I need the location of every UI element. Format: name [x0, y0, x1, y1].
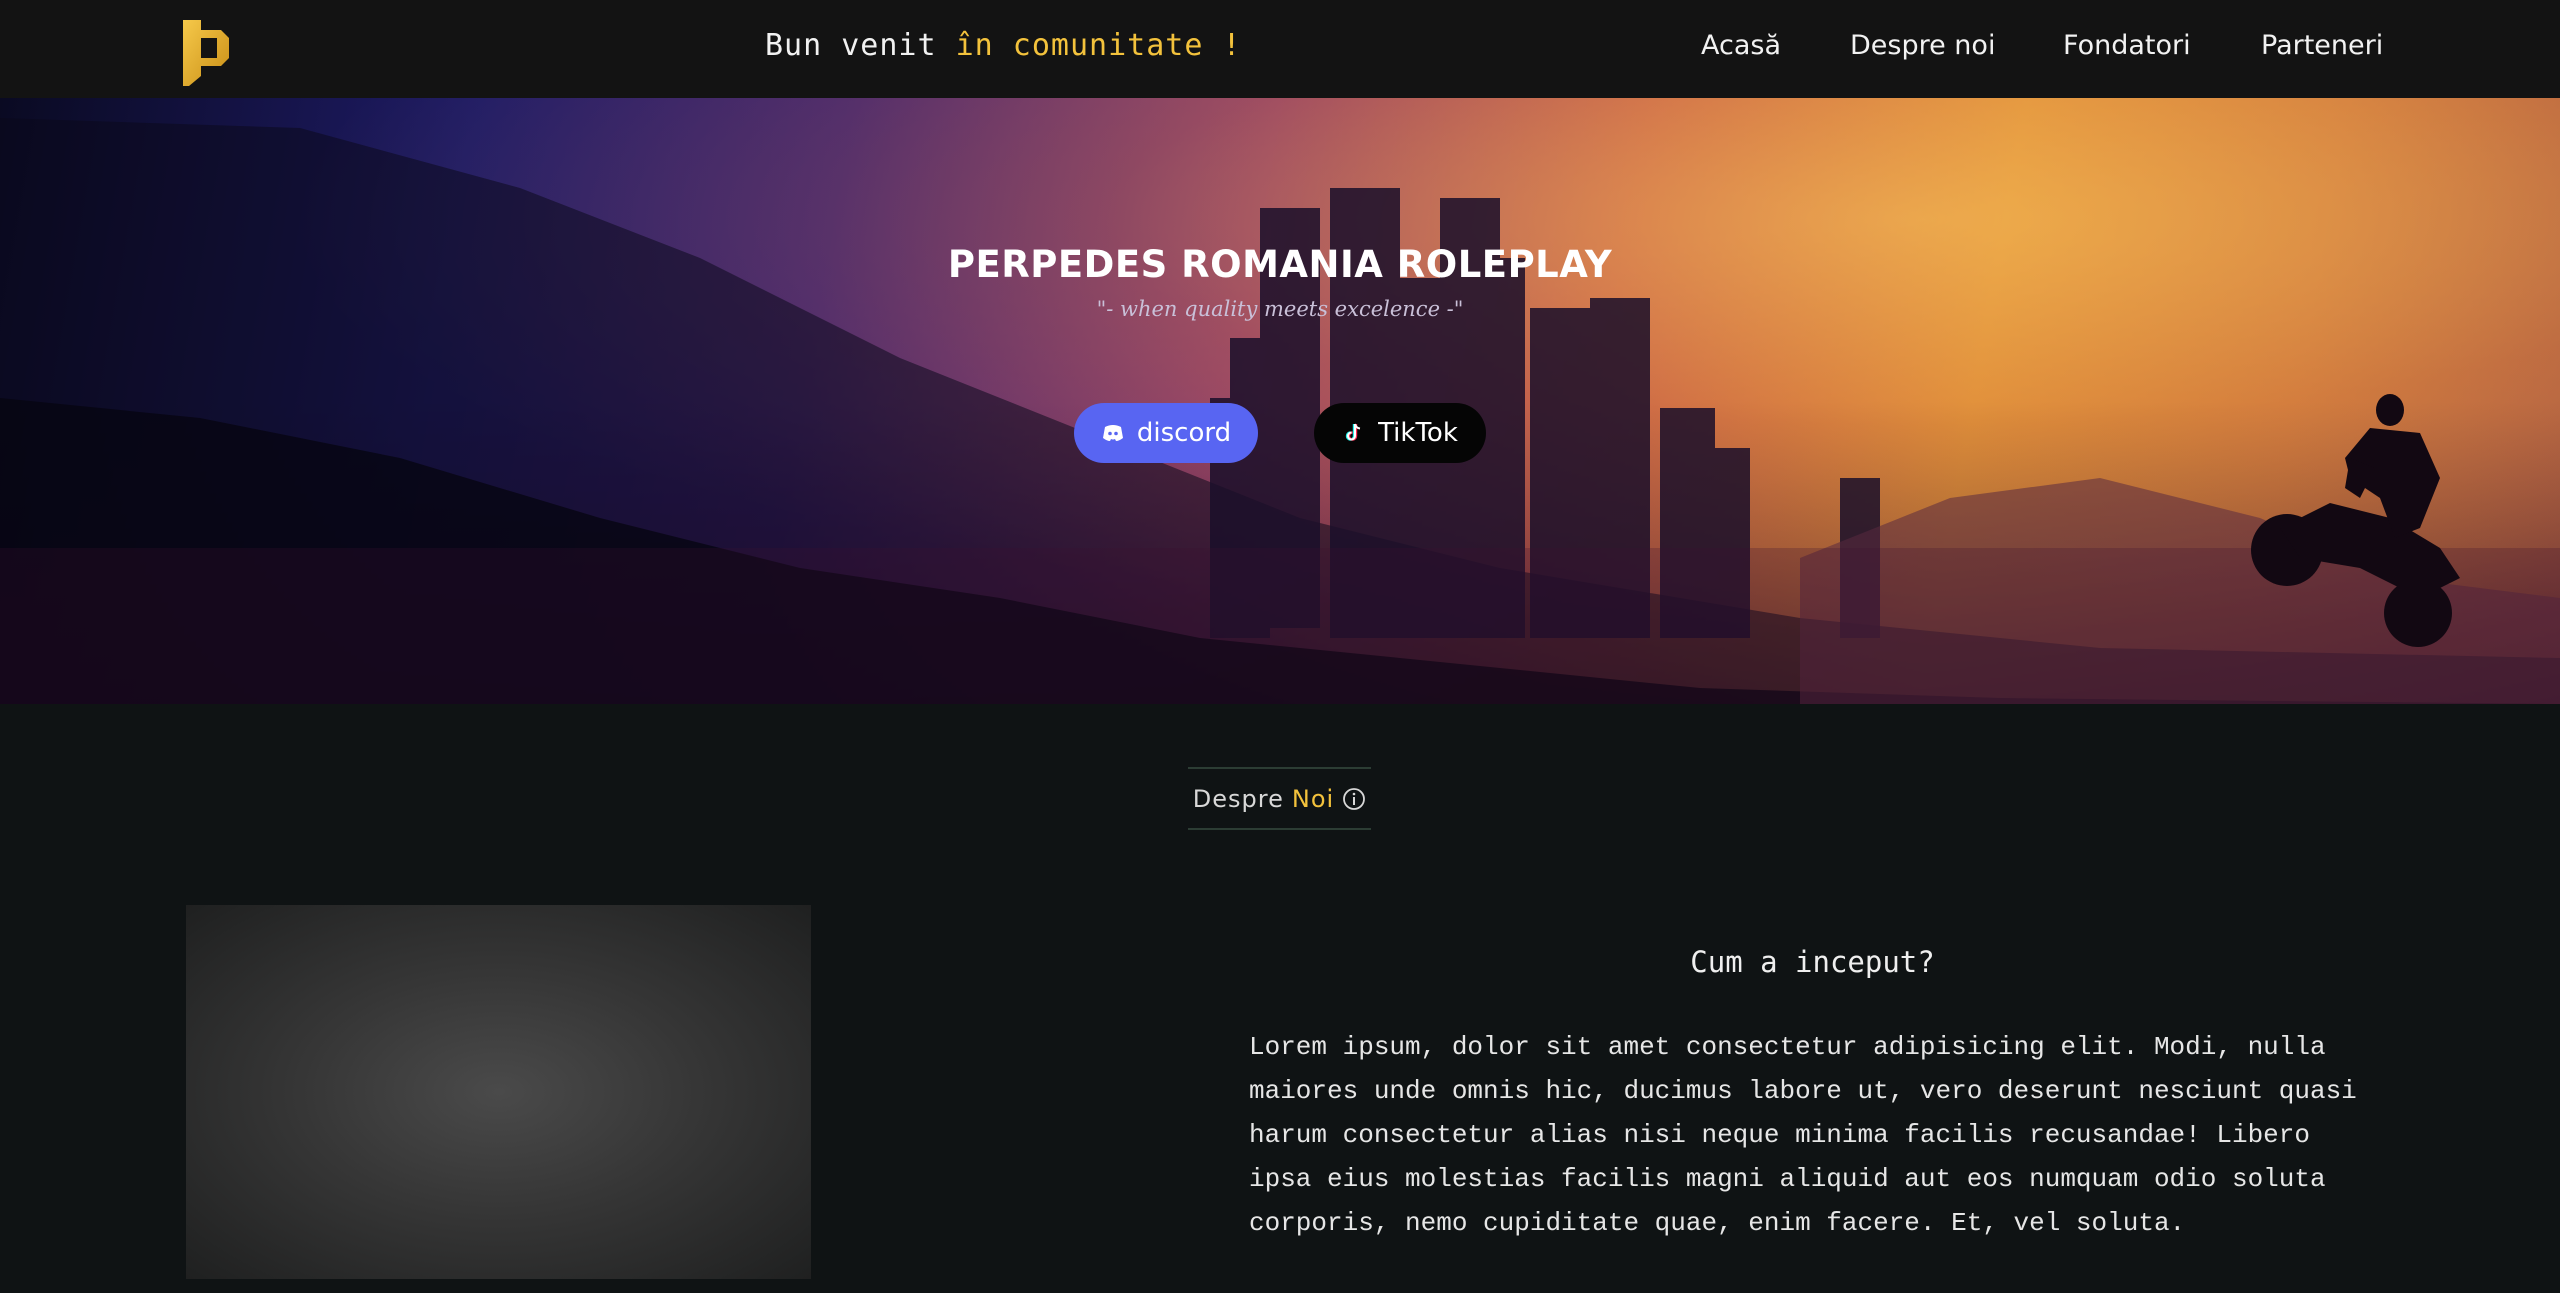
about-heading-accent: Noi	[1291, 784, 1335, 813]
nav-link-despre-noi[interactable]: Despre noi	[1850, 30, 1995, 61]
city-skyline-image	[0, 118, 2560, 704]
tiktok-label: TikTok	[1378, 418, 1458, 448]
about-image	[186, 905, 811, 1279]
tiktok-button[interactable]: TikTok	[1314, 403, 1486, 463]
navbar: Bun venit în comunitate ! Acasă Despre n…	[0, 0, 2560, 98]
discord-button[interactable]: discord	[1074, 403, 1258, 463]
about-text: Lorem ipsum, dolor sit amet consectetur …	[1249, 1032, 2357, 1238]
about-section-heading: Despre Noi	[1188, 767, 1371, 830]
hero-banner: PERPEDES ROMANIA ROLEPLAY "- when qualit…	[0, 98, 2560, 704]
discord-icon	[1102, 425, 1123, 441]
hero-subtitle: "- when quality meets excelence -"	[1096, 297, 1464, 321]
hero-title: PERPEDES ROMANIA ROLEPLAY	[947, 243, 1613, 286]
nav-links: Acasă Despre noi Fondatori Parteneri	[0, 30, 2560, 70]
nav-link-fondatori[interactable]: Fondatori	[2063, 30, 2191, 61]
nav-link-acasa[interactable]: Acasă	[1701, 30, 1781, 61]
about-heading-prefix: Despre	[1192, 784, 1284, 813]
discord-label: discord	[1136, 418, 1232, 448]
about-title: Cum a inceput?	[1690, 945, 1935, 979]
tiktok-icon	[1345, 423, 1361, 441]
info-icon	[1343, 787, 1366, 810]
nav-link-parteneri[interactable]: Parteneri	[2261, 30, 2383, 61]
